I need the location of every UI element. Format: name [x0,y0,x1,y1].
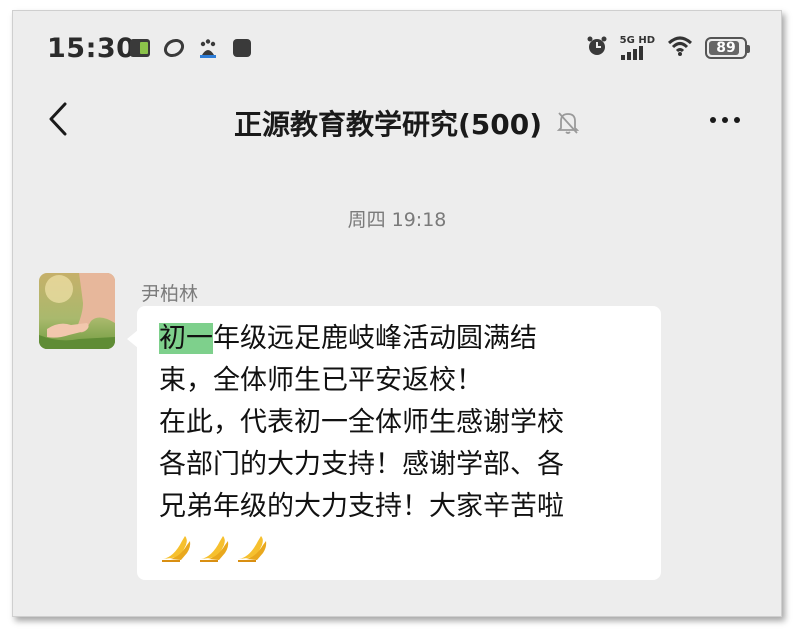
cellular-signal: 5G HD [620,36,655,60]
system-status: 5G HD 89 [586,35,750,61]
message-text: 年级远足鹿岐峰活动圆满结 [213,323,537,354]
chat-title-row: 正源教育教学研究(500) [13,103,781,143]
chat-title: 正源教育教学研究(500) [233,108,543,141]
message-bubble[interactable]: 初一年级远足鹿岐峰活动圆满结 束，全体师生已平安返校！ 在此，代表初一全体师生感… [127,306,661,580]
more-dot-icon [722,117,728,123]
message-line: 束，全体师生已平安返校！ [159,365,483,396]
network-type-label: 5G HD [619,35,655,46]
alarm-icon [586,35,608,61]
sender-name: 尹柏林 [141,283,199,305]
message-line: 兄弟年级的大力支持！大家辛苦啦 [159,491,564,522]
emoji-row [159,530,649,566]
highlighted-text: 初一 [159,323,213,354]
sender-avatar[interactable] [39,273,115,349]
game-app-icon [163,37,185,59]
notification-icons [129,37,253,59]
wifi-icon [667,35,693,61]
app-square-icon [231,37,253,59]
folded-hands-emoji-icon [235,532,269,564]
more-dot-icon [710,117,716,123]
battery-tip [747,45,750,53]
phone-screen: 15:30 5G HD 89 正源教育教学研究(500) 周四 19:18 尹柏… [12,10,782,617]
status-bar: 15:30 5G HD 89 [13,11,781,81]
mute-bell-icon [556,112,580,134]
signal-bars-icon [620,46,643,60]
chat-header: 正源教育教学研究(500) [13,87,781,157]
battery-level: 89 [716,40,736,56]
more-dot-icon [734,117,740,123]
more-options-button[interactable] [705,105,745,135]
status-time: 15:30 [47,33,136,64]
folded-hands-emoji-icon [197,532,231,564]
folded-hands-emoji-icon [159,532,193,564]
message-line: 在此，代表初一全体师生感谢学校 [159,407,564,438]
bubble-tail [127,330,138,348]
message-line: 各部门的大力支持！感谢学部、各 [159,449,564,480]
battery-indicator: 89 [705,37,750,59]
reader-app-icon [129,37,151,59]
message-timestamp: 周四 19:18 [347,209,447,231]
message-line: 初一年级远足鹿岐峰活动圆满结 [159,318,649,360]
baidu-app-icon [197,37,219,59]
